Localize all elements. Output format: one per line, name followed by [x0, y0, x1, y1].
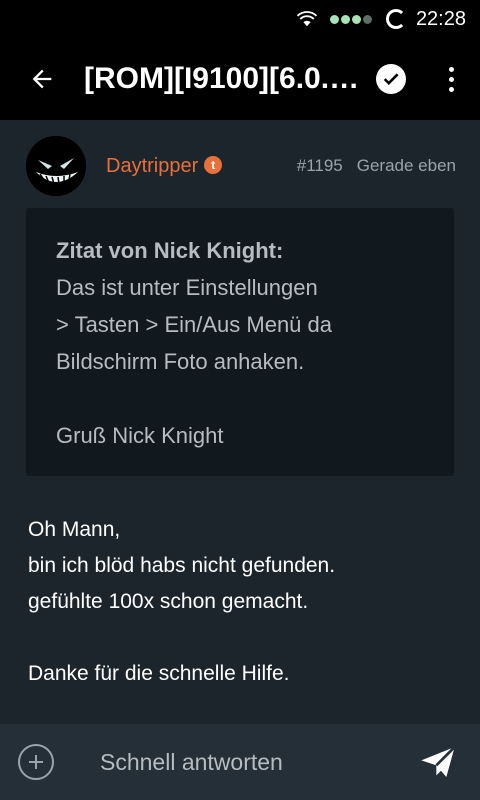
body-line: bin ich blöd habs nicht gefunden.	[28, 554, 336, 577]
check-circle-icon[interactable]	[376, 64, 406, 94]
body-line: gefühlte 100x schon gemacht.	[28, 590, 309, 613]
avatar-face-icon	[26, 136, 86, 196]
quote-line: > Tasten > Ein/Aus Menü da	[56, 312, 332, 337]
avatar[interactable]	[26, 136, 86, 196]
quote-line: Das ist unter Einstellungen	[56, 275, 318, 300]
add-attachment-button[interactable]	[18, 744, 54, 780]
user-badge: t	[204, 156, 223, 174]
post-header: Daytripper t #1195 Gerade eben	[26, 136, 456, 196]
quote-signature: Gruß Nick Knight	[56, 423, 224, 448]
post-time: Gerade eben	[356, 156, 456, 175]
quick-reply-input[interactable]	[98, 742, 408, 782]
quote-spacer	[56, 380, 424, 417]
body-spacer	[28, 620, 458, 656]
signal-icon	[328, 14, 372, 24]
post: Daytripper t #1195 Gerade eben Zitat von…	[0, 120, 480, 724]
wifi-icon	[296, 11, 318, 27]
back-arrow-icon	[32, 69, 52, 89]
more-vert-icon[interactable]	[436, 59, 466, 99]
reply-bar	[0, 724, 480, 800]
status-bar: 22:28	[0, 0, 480, 38]
thread-title: [ROM][I9100][6.0.1]...	[84, 62, 376, 95]
post-number[interactable]: #1195	[297, 156, 343, 176]
quote-block: Zitat von Nick Knight: Das ist unter Ein…	[26, 208, 454, 476]
sync-icon	[385, 9, 406, 29]
clock: 22:28	[415, 7, 466, 30]
back-button[interactable]	[0, 38, 84, 120]
body-line: Oh Mann,	[28, 518, 121, 541]
app-bar: [ROM][I9100][6.0.1]...	[0, 38, 480, 120]
quote-author[interactable]: Zitat von Nick Knight:	[56, 232, 424, 269]
username[interactable]: Daytripper	[106, 155, 198, 178]
send-button[interactable]	[408, 732, 468, 792]
add-circle-icon	[29, 755, 43, 769]
body-closing: Danke für die schnelle Hilfe.	[28, 662, 290, 685]
post-body: Oh Mann, bin ich blöd habs nicht gefunde…	[28, 512, 458, 692]
send-icon	[421, 746, 456, 777]
quote-line: Bildschirm Foto anhaken.	[56, 349, 305, 374]
